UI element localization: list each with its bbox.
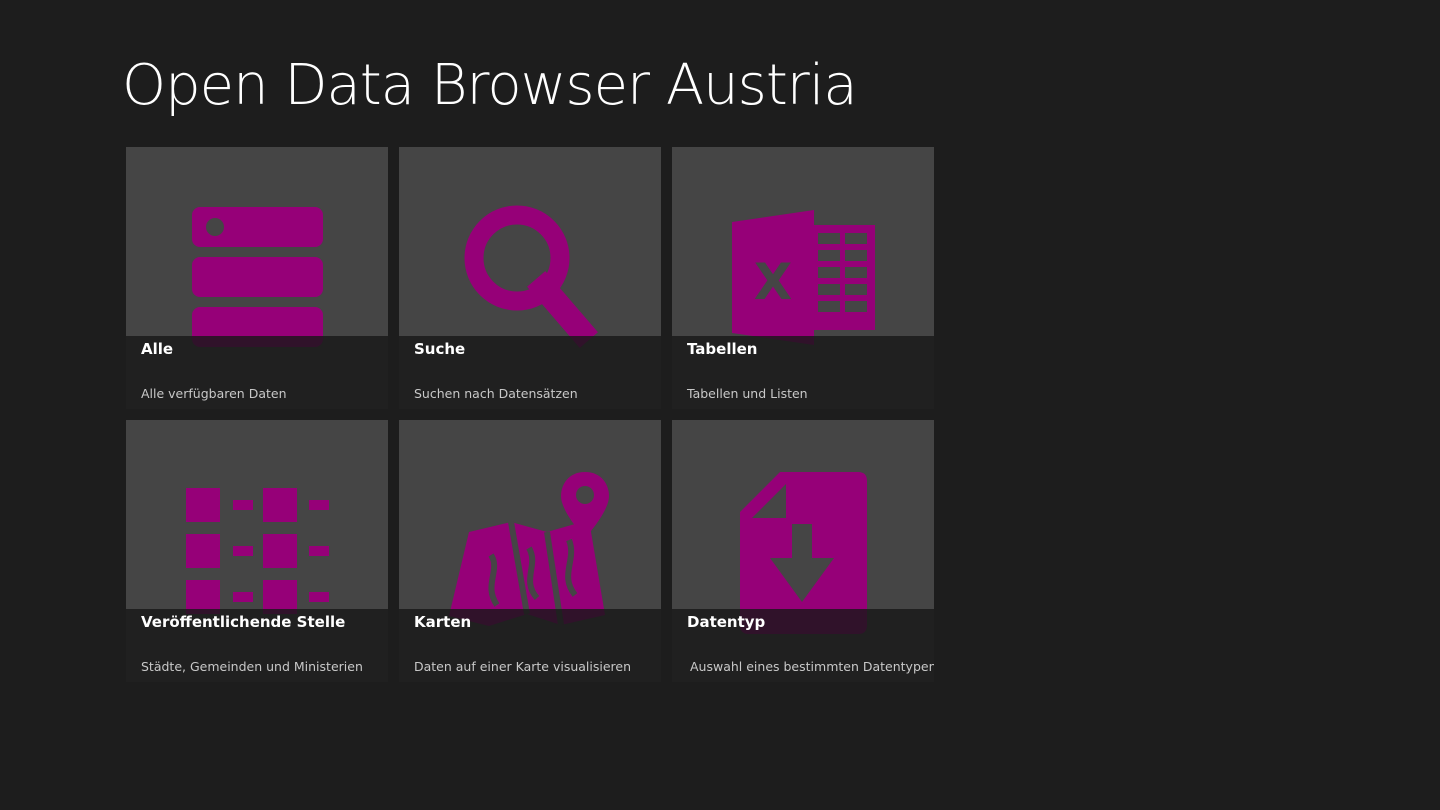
tile-subtitle: Alle verfügbaren Daten xyxy=(141,386,287,401)
tile-veroeffentlichende-stelle[interactable]: Veröffentlichende Stelle Städte, Gemeind… xyxy=(126,420,388,682)
tile-title: Veröffentlichende Stelle xyxy=(141,613,346,631)
tile-suche[interactable]: Suche Suchen nach Datensätzen xyxy=(399,147,661,409)
tile-datentyp[interactable]: Datentyp Auswahl eines bestimmten Datent… xyxy=(672,420,934,682)
tile-title: Suche xyxy=(414,340,466,358)
tile-karten[interactable]: Karten Daten auf einer Karte visualisier… xyxy=(399,420,661,682)
tile-title: Datentyp xyxy=(687,613,766,631)
tile-title: Alle xyxy=(141,340,174,358)
tile-tabellen[interactable]: X Tabellen Tabellen und Listen xyxy=(672,147,934,409)
tile-subtitle: Daten auf einer Karte visualisieren xyxy=(414,659,632,674)
tile-alle[interactable]: Alle Alle verfügbaren Daten xyxy=(126,147,388,409)
tile-subtitle: Auswahl eines bestimmten Datentypen xyxy=(690,659,934,674)
tile-subtitle: Suchen nach Datensätzen xyxy=(414,386,578,401)
tile-title: Karten xyxy=(414,613,472,631)
tile-subtitle: Tabellen und Listen xyxy=(687,386,808,401)
page-title: Open Data Browser Austria xyxy=(122,53,858,118)
tile-title: Tabellen xyxy=(687,340,758,358)
svg-text:X: X xyxy=(754,253,793,311)
app-root: Open Data Browser Austria Alle Alle verf… xyxy=(0,0,1440,810)
tile-subtitle: Städte, Gemeinden und Ministerien xyxy=(141,659,363,674)
